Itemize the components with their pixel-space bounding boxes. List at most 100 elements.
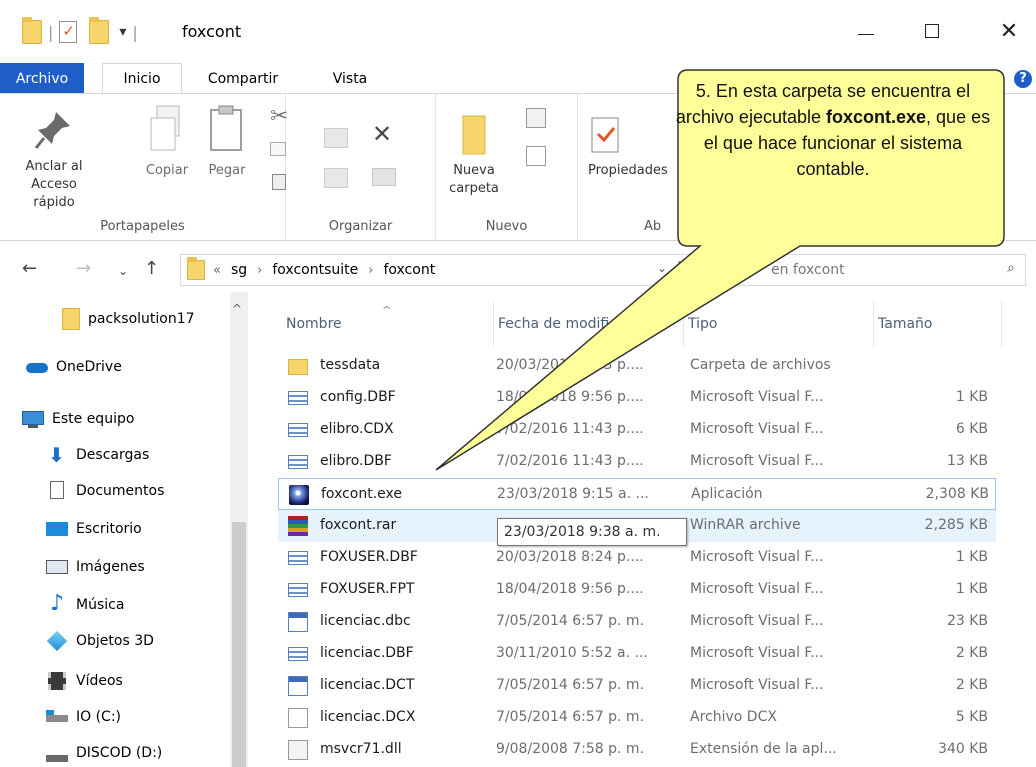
nav-label: Música [76, 597, 125, 613]
table-row[interactable]: foxcont.exe 23/03/2018 9:15 a. ... Aplicac… [278, 478, 996, 510]
table-row[interactable]: licenciac.DCT 7/05/2014 6:57 p. m. Microso… [278, 670, 996, 702]
rename-icon[interactable] [372, 168, 396, 186]
refresh-icon[interactable]: ↻ [677, 259, 689, 275]
new-folder-label-line2: carpeta [449, 181, 499, 196]
help-button[interactable]: ? [1012, 63, 1034, 94]
breadcrumb-foxcontsuite[interactable]: foxcontsuite [272, 262, 358, 278]
nav-item-objetos-3d[interactable]: Objetos 3D [46, 624, 154, 658]
cell-size: 1 KB [955, 549, 988, 565]
copy-button[interactable]: Copiar [138, 104, 196, 180]
group-open: Propiedades Ab [578, 94, 678, 240]
copy-to-icon[interactable] [324, 168, 348, 188]
folder-icon [22, 17, 42, 44]
paste-icon [210, 105, 242, 151]
search-box[interactable]: en foxcont ⌕ [710, 254, 1026, 286]
minimize-button[interactable] [843, 8, 889, 54]
videos-icon [46, 671, 68, 691]
recent-locations-button[interactable]: ⌄ [118, 264, 128, 278]
table-row[interactable]: tessdata 20/03/2018 8:23 p.... Carpeta de … [278, 350, 996, 382]
cell-type: Microsoft Visual F... [690, 581, 824, 597]
nav-label: Este equipo [52, 411, 135, 427]
pin-icon [34, 112, 70, 149]
easy-access-icon[interactable] [526, 146, 546, 166]
cell-size: 1 KB [955, 389, 988, 405]
address-dropdown-icon[interactable]: ⌄ [657, 261, 667, 275]
table-row[interactable]: elibro.DBF 7/02/2016 11:43 p.... Microsoft… [278, 446, 996, 478]
tab-vista[interactable]: Vista [322, 63, 378, 94]
table-row[interactable]: msvcr71.dll 9/08/2008 7:58 p. m. Extensión… [278, 734, 996, 766]
new-item-icon[interactable] [526, 108, 546, 128]
table-row[interactable]: licenciac.DBF 30/11/2010 5:52 a. ... Micro… [278, 638, 996, 670]
new-folder-button[interactable]: Nueva carpeta [444, 112, 504, 198]
cell-date: 23/03/2018 9:15 a. ... [497, 486, 649, 502]
nav-item-discod-d[interactable]: DISCOD (D:) [46, 736, 162, 767]
paste-shortcut-icon[interactable] [272, 174, 286, 190]
nav-label: OneDrive [56, 359, 122, 375]
maximize-icon [925, 24, 939, 38]
cell-name: foxcont.rar [320, 517, 397, 533]
callout-text: 5. En esta carpeta se encuentra el archi… [668, 74, 998, 244]
nav-item-videos[interactable]: Vídeos [46, 664, 123, 698]
forward-button[interactable]: → [76, 258, 91, 279]
cell-date: 7/05/2014 6:57 p. m. [496, 613, 644, 629]
maximize-button[interactable] [909, 8, 955, 54]
table-row[interactable]: licenciac.dbc 7/05/2014 6:57 p. m. Microso… [278, 606, 996, 638]
breadcrumb-separator: › [257, 262, 263, 278]
nav-item-descargas[interactable]: ⬇ Descargas [46, 438, 149, 472]
delete-icon[interactable]: ✕ [372, 120, 392, 148]
nav-item-escritorio[interactable]: Escritorio [46, 512, 142, 546]
rar-file-icon [288, 516, 308, 536]
nav-item-documentos[interactable]: Documentos [46, 474, 164, 508]
cell-name: elibro.CDX [320, 421, 394, 437]
search-icon: ⌕ [1007, 260, 1015, 276]
column-header-type[interactable]: Tipo [684, 302, 874, 346]
table-row[interactable]: config.DBF 18/04/2018 9:56 p.... Microsoft… [278, 382, 996, 414]
copy-label: Copiar [145, 163, 189, 178]
nav-scrollbar[interactable]: ^ [230, 292, 248, 767]
folder-icon [62, 308, 80, 330]
breadcrumb-foxcont[interactable]: foxcont [383, 262, 435, 278]
pin-label-line2: Acceso rápido [31, 177, 77, 210]
pin-quick-access-button[interactable]: Anclar al Acceso rápido [14, 108, 94, 212]
breadcrumb-sg[interactable]: sg [231, 262, 247, 278]
table-row[interactable]: FOXUSER.DBF 20/03/2018 8:24 p.... Microsof… [278, 542, 996, 574]
table-row[interactable]: FOXUSER.FPT 18/04/2018 9:56 p.... Microsof… [278, 574, 996, 606]
up-button[interactable]: ↑ [144, 258, 159, 279]
cell-name: FOXUSER.DBF [320, 549, 418, 565]
group-clipboard: Anclar al Acceso rápido Copiar Pegar ✂ P… [0, 94, 288, 240]
breadcrumb-overflow[interactable]: « [213, 263, 221, 278]
scroll-up-icon[interactable]: ^ [232, 302, 242, 316]
close-button[interactable]: ✕ [986, 8, 1032, 54]
column-header-name[interactable]: Nombre ^ [282, 302, 494, 346]
drive-icon [46, 707, 68, 727]
column-header-size[interactable]: Tamaño [874, 302, 1002, 346]
tab-compartir[interactable]: Compartir [196, 63, 290, 94]
nav-item-musica[interactable]: ♪ Música [46, 588, 124, 622]
nav-item-imagenes[interactable]: Imágenes [46, 550, 145, 584]
nav-item-io-c[interactable]: IO (C:) [46, 700, 121, 734]
tab-inicio[interactable]: Inicio [102, 63, 182, 94]
cell-name: msvcr71.dll [320, 741, 402, 757]
customize-qa-dropdown[interactable]: ▾ [119, 24, 126, 40]
move-to-icon[interactable] [324, 128, 348, 148]
properties-icon[interactable] [59, 21, 78, 43]
nav-label: Descargas [76, 447, 150, 463]
pin-label-line1: Anclar al [25, 159, 83, 174]
scroll-thumb[interactable] [232, 522, 246, 767]
music-icon: ♪ [50, 591, 65, 616]
nav-item-onedrive[interactable]: OneDrive [26, 350, 122, 384]
cell-date: 30/11/2010 5:52 a. ... [496, 645, 648, 661]
address-bar[interactable]: « sg › foxcontsuite › foxcont ⌄ ↻ [180, 254, 698, 286]
back-button[interactable]: ← [22, 258, 37, 279]
properties-button[interactable]: Propiedades [588, 116, 678, 180]
column-header-date[interactable]: Fecha de modifi [494, 302, 684, 346]
table-row[interactable]: elibro.CDX 7/02/2016 11:43 p.... Microsoft… [278, 414, 996, 446]
copy-path-icon[interactable] [270, 142, 286, 156]
new-folder-icon[interactable] [89, 17, 110, 44]
cell-type: Aplicación [691, 486, 763, 502]
nav-item-packsolution17[interactable]: packsolution17 [62, 302, 195, 336]
tab-archivo[interactable]: Archivo [0, 63, 84, 94]
table-row[interactable]: licenciac.DCX 7/05/2014 6:57 p. m. Archivo… [278, 702, 996, 734]
nav-item-este-equipo[interactable]: Este equipo [22, 402, 134, 436]
paste-button[interactable]: Pegar [198, 104, 256, 180]
